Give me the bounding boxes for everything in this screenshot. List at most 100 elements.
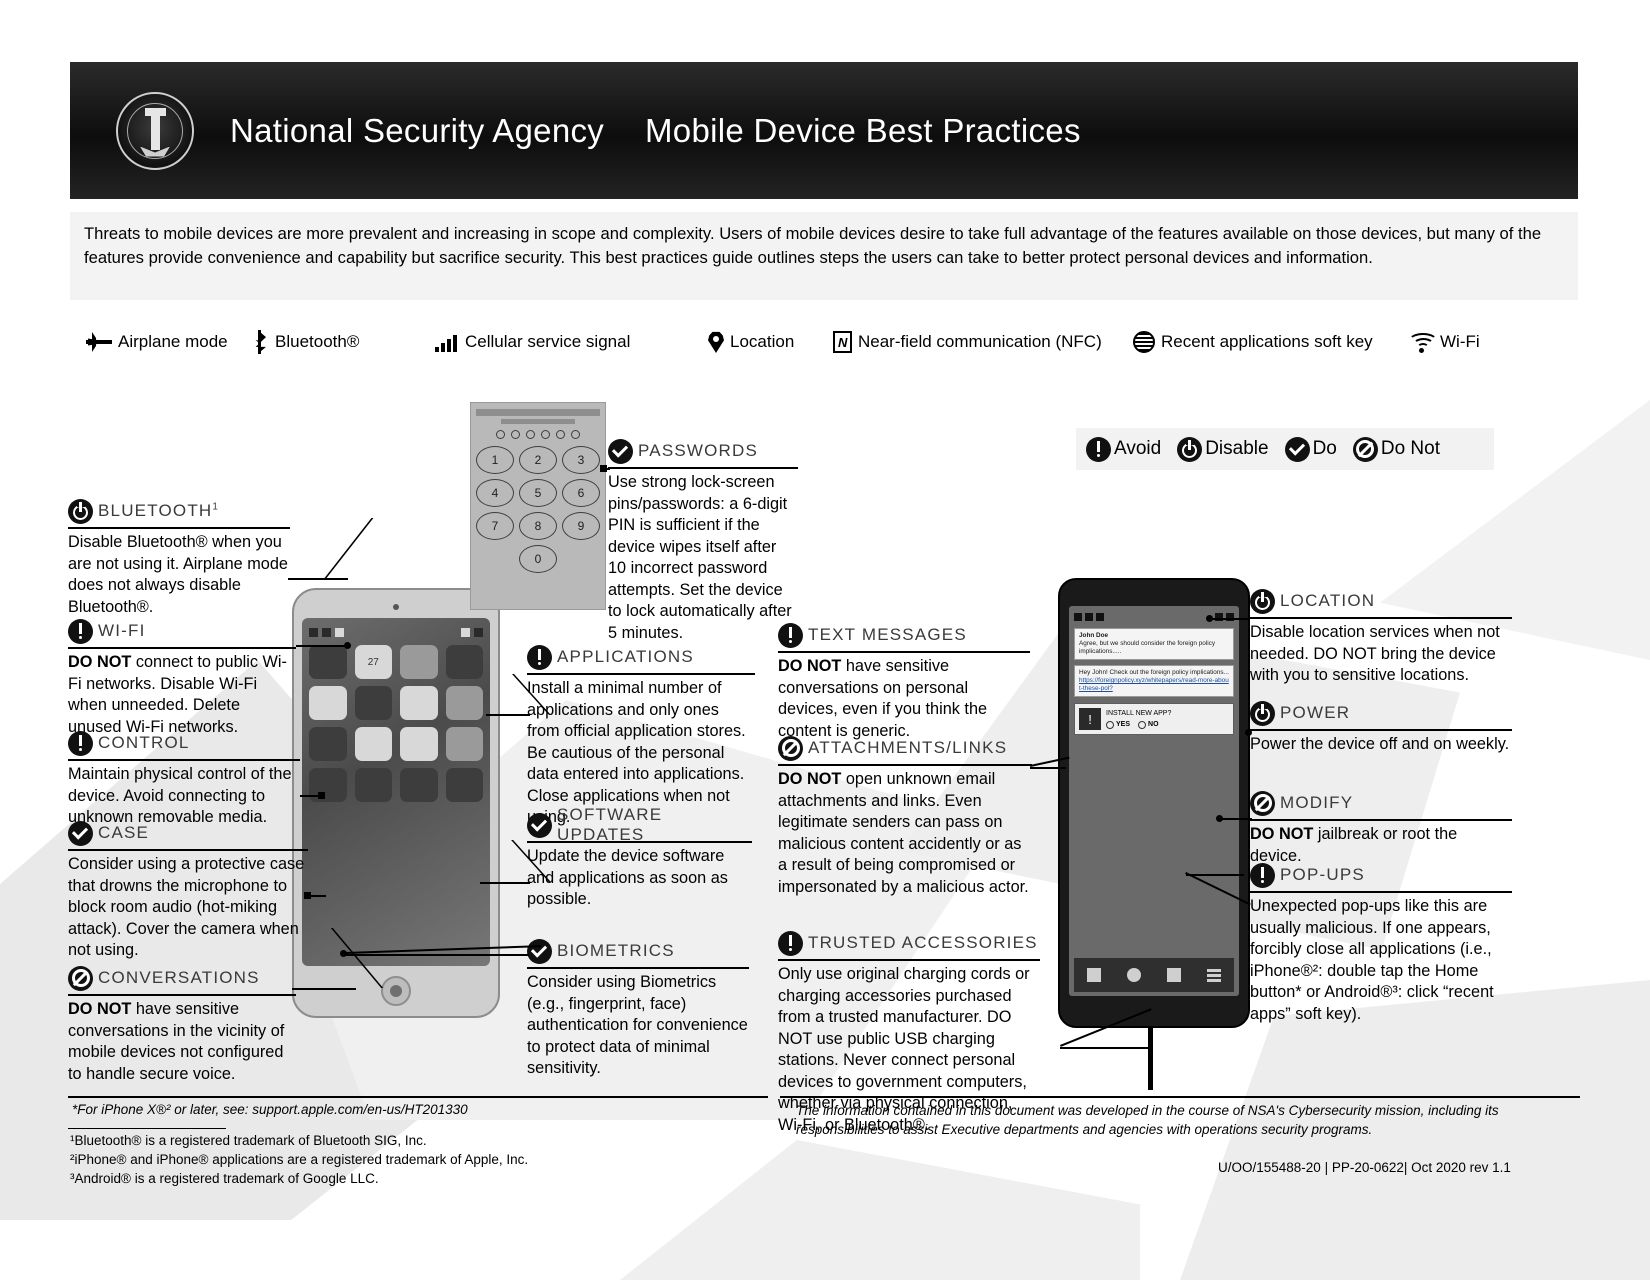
leader-dot [340,950,347,957]
callout-title: TEXT MESSAGES [808,625,967,644]
status-legend-box: Avoid Disable Do Do Not [1076,428,1494,470]
callout-title: ATTACHMENTS/LINKS [808,738,1008,757]
callout-title: TRUSTED ACCESSORIES [808,933,1038,952]
header-org: National Security Agency [230,111,605,149]
leader-dot [304,892,311,899]
keypad-key[interactable]: 4 [476,479,514,507]
status-legend-avoid: Avoid [1086,436,1161,462]
app-icon-settings[interactable] [445,727,483,761]
app-icon-compass[interactable] [445,686,483,720]
keypad-key[interactable]: 6 [562,479,600,507]
footer-apple-note: *For iPhone X®² or later, see: support.a… [72,1102,468,1117]
legend-cellular-signal: Cellular service signal [435,332,708,352]
intro-paragraph: Threats to mobile devices are more preva… [70,212,1578,300]
app-icon[interactable] [400,727,438,761]
legend-wifi: Wi-Fi [1408,332,1480,353]
recent-apps-icon[interactable] [1207,968,1221,982]
callout-title: CASE [98,823,150,842]
popup-no-label: NO [1148,721,1159,728]
keypad-key[interactable]: 8 [519,512,557,540]
app-icon-safari[interactable] [354,768,392,802]
footnote-divider [68,1128,226,1129]
bluetooth-icon [251,330,269,354]
apps-button[interactable] [1167,968,1181,982]
callout-passwords: PASSWORDS Use strong lock-screen pins/pa… [608,438,798,644]
callout-title: MODIFY [1280,793,1354,812]
leader-line [467,674,551,714]
avoid-icon [68,730,93,756]
footer-trademark-3: ³Android® is a registered trademark of G… [70,1171,379,1186]
app-icon-calendar[interactable]: 27 [354,645,392,679]
back-button[interactable] [1087,968,1101,982]
legend-label: Wi-Fi [1440,332,1480,351]
leader-dot [318,792,325,799]
front-camera-icon [393,604,399,610]
message-text: Agree, but we should consider the foreig… [1079,640,1216,655]
leader-line [296,645,348,647]
charging-cable [1148,1028,1153,1090]
app-icon[interactable] [309,727,347,761]
legend-label: Near-field communication (NFC) [858,332,1102,351]
keypad-key[interactable]: 0 [519,545,557,573]
legend-label: Cellular service signal [465,332,631,351]
avoid-icon [778,622,803,648]
do-not-icon [1352,436,1378,462]
status-legend-label: Do Not [1380,438,1440,459]
location-pin-icon [708,331,724,353]
app-icon-clock[interactable] [354,686,392,720]
keypad-key[interactable]: 1 [476,446,514,474]
leader-line [266,928,384,988]
callout-body: Consider using a protective case that dr… [68,855,305,959]
keypad-key[interactable]: 9 [562,512,600,540]
page-title: National Security Agency Mobile Device B… [230,112,1081,150]
app-icon-messages[interactable] [400,768,438,802]
calendar-day: 27 [367,656,379,668]
install-app-popup[interactable]: ! INSTALL NEW APP? YES NO [1074,703,1234,735]
keypad-key[interactable]: 2 [519,446,557,474]
app-icon[interactable] [354,727,392,761]
popup-no-option[interactable]: NO [1138,720,1159,729]
infographic-page: National Security Agency Mobile Device B… [0,0,1650,1280]
legend-label: Location [730,332,795,351]
callout-body: DO NOT open unknown email attachments an… [778,770,1029,896]
app-icon[interactable] [309,686,347,720]
status-legend-label: Disable [1205,438,1269,459]
home-button[interactable] [381,976,411,1006]
message-link[interactable]: https://foreignpolicy.xyz/whitepapers/re… [1079,677,1229,692]
message-sender: John Doe [1079,632,1109,639]
app-icon[interactable] [400,645,438,679]
popup-yes-option[interactable]: YES [1106,720,1130,729]
callout-title: APPLICATIONS [557,647,694,666]
app-icon-music[interactable] [445,768,483,802]
app-icon[interactable] [309,645,347,679]
leader-dot [1216,815,1223,822]
message-bubble: Hey John! Check out the foreign policy i… [1074,665,1234,697]
callout-title: PASSWORDS [638,441,759,460]
home-button[interactable] [1127,968,1141,982]
keypad-key[interactable]: 5 [519,479,557,507]
callout-modify: MODIFY DO NOT jailbreak or root the devi… [1250,790,1512,867]
do-icon [527,812,552,838]
callout-control: CONTROL Maintain physical control of the… [68,730,300,829]
keypad-key[interactable]: 7 [476,512,514,540]
popup-yes-label: YES [1116,721,1131,728]
do-icon [1284,436,1310,462]
do-icon [68,820,93,846]
message-bubble: John Doe Agree, but we should consider t… [1074,628,1234,660]
callout-wifi: WI-FI DO NOT connect to public Wi-Fi net… [68,618,296,738]
legend-label: Bluetooth® [275,332,360,351]
do-not-icon [68,965,93,991]
app-icon[interactable] [400,686,438,720]
callout-title: SOFTWARE UPDATES [557,805,663,844]
leader-line [1212,618,1250,620]
keypad-key[interactable]: 3 [562,446,600,474]
footer-trademark-1: ¹Bluetooth® is a registered trademark of… [70,1133,427,1148]
leader-line [264,518,374,578]
status-legend-do: Do [1284,436,1337,462]
avoid-icon [778,930,803,956]
status-legend-label: Do [1312,438,1337,459]
callout-conversations: CONVERSATIONS DO NOT have sensitive conv… [68,965,296,1085]
callout-title: BLUETOOTH1 [98,501,218,520]
leader-dot [344,642,351,649]
message-text: Hey John! Check out the foreign policy i… [1079,669,1229,676]
